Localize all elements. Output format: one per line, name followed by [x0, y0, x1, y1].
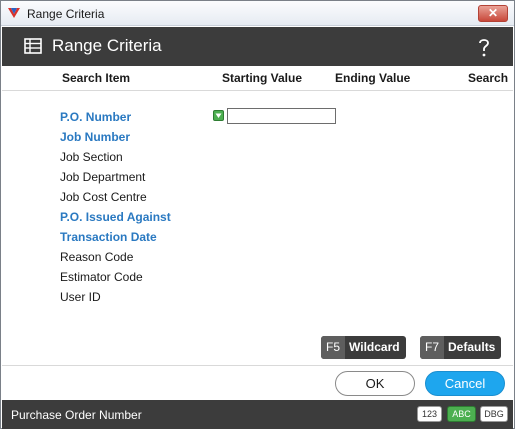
- starting-value-input[interactable]: [227, 108, 336, 124]
- field-user-id[interactable]: User ID: [60, 290, 101, 304]
- help-icon[interactable]: [477, 36, 491, 58]
- field-job-section[interactable]: Job Section: [60, 150, 123, 164]
- column-header-divider: [2, 90, 513, 91]
- wildcard-key-label: F5: [321, 336, 346, 359]
- column-header-ending-value: Ending Value: [335, 71, 411, 85]
- field-job-department[interactable]: Job Department: [60, 170, 145, 184]
- cancel-button[interactable]: Cancel: [425, 371, 505, 396]
- column-header-search: Search: [468, 71, 509, 85]
- dialog-title: Range Criteria: [52, 36, 162, 55]
- title-bar: Range Criteria ✕: [1, 1, 514, 26]
- ok-button[interactable]: OK: [335, 371, 415, 396]
- field-job-cost-centre[interactable]: Job Cost Centre: [60, 190, 147, 204]
- app-logo-icon: [8, 8, 20, 18]
- dialog-header: Range Criteria: [2, 27, 513, 66]
- defaults-label: Defaults: [448, 340, 496, 354]
- field-po-issued-against[interactable]: P.O. Issued Against: [60, 210, 171, 224]
- field-transaction-date[interactable]: Transaction Date: [60, 230, 157, 244]
- defaults-key-label: F7: [420, 336, 445, 359]
- debug-mode-badge[interactable]: DBG: [480, 406, 508, 422]
- status-text: Purchase Order Number: [11, 408, 142, 422]
- wildcard-label: Wildcard: [349, 340, 400, 354]
- footer-divider: [2, 365, 513, 366]
- field-po-number[interactable]: P.O. Number: [60, 110, 131, 124]
- field-job-number[interactable]: Job Number: [60, 130, 130, 144]
- range-criteria-window: Range Criteria ✕ Range Criteria Search I…: [0, 0, 515, 429]
- status-bar: Purchase Order Number 123 ABC DBG: [2, 400, 513, 429]
- close-button[interactable]: ✕: [478, 5, 508, 22]
- field-reason-code[interactable]: Reason Code: [60, 250, 133, 264]
- numeric-mode-badge[interactable]: 123: [417, 406, 442, 422]
- column-header-starting-value: Starting Value: [222, 71, 303, 85]
- alpha-mode-badge[interactable]: ABC: [447, 406, 476, 422]
- window-title: Range Criteria: [27, 7, 105, 21]
- wildcard-button[interactable]: F5 Wildcard: [321, 336, 406, 359]
- valid-check-icon: [213, 110, 224, 121]
- table-icon: [24, 38, 42, 54]
- defaults-button[interactable]: F7 Defaults: [420, 336, 502, 359]
- column-header-search-item: Search Item: [62, 71, 131, 85]
- field-estimator-code[interactable]: Estimator Code: [60, 270, 143, 284]
